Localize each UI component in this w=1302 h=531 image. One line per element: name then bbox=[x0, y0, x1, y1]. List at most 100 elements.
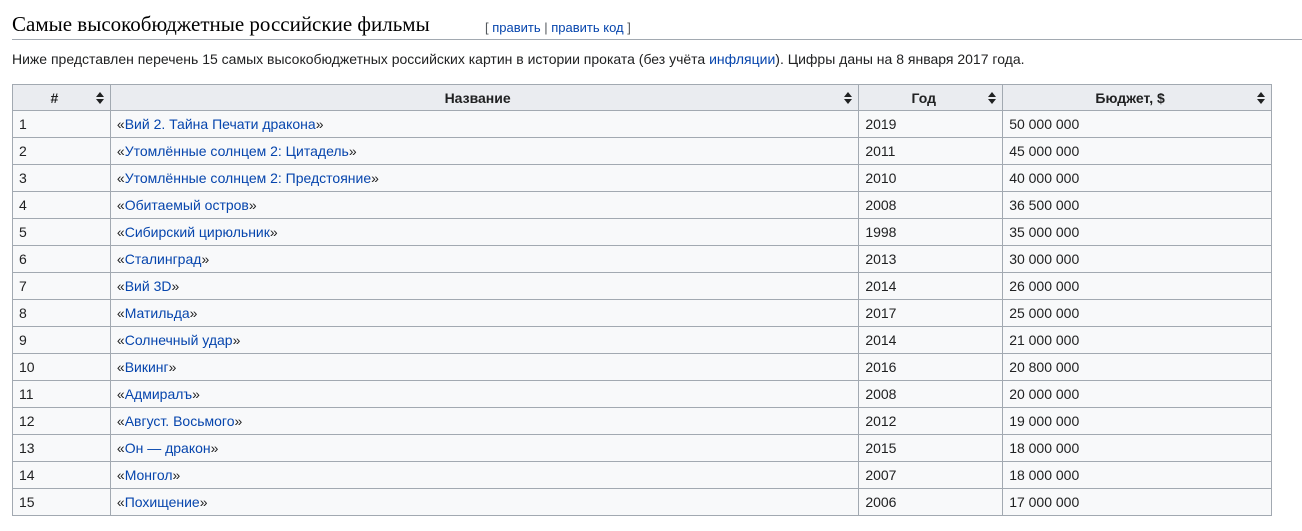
cell-title: «Похищение» bbox=[109, 488, 860, 516]
film-link[interactable]: Август. Восьмого bbox=[125, 413, 235, 429]
cell-budget: 35 000 000 bbox=[1002, 218, 1272, 246]
quote-close: » bbox=[172, 467, 181, 483]
cell-number: 3 bbox=[12, 164, 111, 192]
cell-title: «Утомлённые солнцем 2: Предстояние» bbox=[109, 164, 860, 192]
cell-title: «Август. Восьмого» bbox=[109, 407, 860, 435]
cell-year: 2016 bbox=[858, 353, 1004, 381]
cell-year: 2006 bbox=[858, 488, 1004, 516]
edit-bracket-close: ] bbox=[623, 20, 631, 35]
table-row: 3 «Утомлённые солнцем 2: Предстояние» 2010… bbox=[12, 164, 1272, 192]
cell-title: «Вий 3D» bbox=[109, 272, 860, 300]
cell-number: 8 bbox=[12, 299, 111, 327]
films-table: # Название Год Бюджет, $ 1 «Вий 2. Тайна … bbox=[12, 84, 1272, 516]
cell-number: 12 bbox=[12, 407, 111, 435]
cell-number: 6 bbox=[12, 245, 111, 273]
cell-number: 4 bbox=[12, 191, 111, 219]
table-row: 14 «Монгол» 2007 18 000 000 bbox=[12, 461, 1272, 489]
table-row: 8 «Матильда» 2017 25 000 000 bbox=[12, 299, 1272, 327]
intro-text-after: ). Цифры даны на 8 января 2017 года. bbox=[775, 51, 1025, 67]
quote-close: » bbox=[315, 116, 324, 132]
cell-year: 2012 bbox=[858, 407, 1004, 435]
cell-budget: 26 000 000 bbox=[1002, 272, 1272, 300]
cell-budget: 18 000 000 bbox=[1002, 461, 1272, 489]
film-link[interactable]: Монгол bbox=[125, 467, 173, 483]
content-area: Самые высокобюджетные российские фильмы … bbox=[12, 0, 1302, 516]
cell-year: 1998 bbox=[858, 218, 1004, 246]
quote-open: « bbox=[116, 359, 125, 375]
film-link[interactable]: Солнечный удар bbox=[125, 332, 233, 348]
quote-open: « bbox=[116, 386, 125, 402]
table-row: 11 «Адмиралъ» 2008 20 000 000 bbox=[12, 380, 1272, 408]
film-link[interactable]: Он — дракон bbox=[125, 440, 211, 456]
quote-close: » bbox=[371, 170, 379, 186]
quote-close: » bbox=[189, 305, 198, 321]
cell-title: «Солнечный удар» bbox=[109, 326, 860, 354]
column-header-year[interactable]: Год bbox=[858, 84, 1004, 111]
cell-budget: 18 000 000 bbox=[1002, 434, 1272, 462]
table-row: 7 «Вий 3D» 2014 26 000 000 bbox=[12, 272, 1272, 300]
film-link[interactable]: Сталинград bbox=[125, 251, 202, 267]
quote-open: « bbox=[116, 143, 125, 159]
cell-title: «Обитаемый остров» bbox=[109, 191, 860, 219]
quote-open: « bbox=[116, 494, 125, 510]
cell-year: 2015 bbox=[858, 434, 1004, 462]
edit-separator: | bbox=[540, 20, 552, 35]
quote-open: « bbox=[116, 278, 125, 294]
inflation-link[interactable]: инфляции bbox=[709, 51, 775, 67]
table-row: 9 «Солнечный удар» 2014 21 000 000 bbox=[12, 326, 1272, 354]
intro-text-before: Ниже представлен перечень 15 самых высок… bbox=[12, 51, 710, 67]
quote-close: » bbox=[232, 332, 241, 348]
film-link[interactable]: Утомлённые солнцем 2: Предстояние bbox=[125, 170, 371, 186]
column-header-number[interactable]: # bbox=[12, 84, 111, 111]
quote-open: « bbox=[116, 305, 125, 321]
sort-icon bbox=[844, 91, 853, 104]
cell-number: 5 bbox=[12, 218, 111, 246]
cell-year: 2008 bbox=[858, 380, 1004, 408]
cell-budget: 17 000 000 bbox=[1002, 488, 1272, 516]
cell-number: 14 bbox=[12, 461, 111, 489]
column-header-budget[interactable]: Бюджет, $ bbox=[1002, 84, 1272, 111]
cell-title: «Сибирский цирюльник» bbox=[109, 218, 860, 246]
cell-budget: 30 000 000 bbox=[1002, 245, 1272, 273]
edit-section-links: [ править | править код ] bbox=[485, 20, 631, 36]
film-link[interactable]: Сибирский цирюльник bbox=[125, 224, 270, 240]
cell-year: 2014 bbox=[858, 272, 1004, 300]
film-link[interactable]: Вий 2. Тайна Печати дракона bbox=[125, 116, 316, 132]
cell-title: «Викинг» bbox=[109, 353, 860, 381]
film-link[interactable]: Матильда bbox=[125, 305, 190, 321]
film-link[interactable]: Адмиралъ bbox=[125, 386, 192, 402]
quote-open: « bbox=[116, 440, 125, 456]
column-header-label: Бюджет, $ bbox=[1095, 89, 1165, 106]
cell-year: 2013 bbox=[858, 245, 1004, 273]
edit-link[interactable]: править bbox=[492, 20, 540, 35]
quote-open: « bbox=[116, 116, 125, 132]
quote-open: « bbox=[116, 197, 125, 213]
film-link[interactable]: Похищение bbox=[125, 494, 200, 510]
film-link[interactable]: Вий 3D bbox=[125, 278, 172, 294]
film-link[interactable]: Утомлённые солнцем 2: Цитадель bbox=[125, 143, 349, 159]
cell-title: «Монгол» bbox=[109, 461, 860, 489]
cell-budget: 40 000 000 bbox=[1002, 164, 1272, 192]
cell-title: «Сталинград» bbox=[109, 245, 860, 273]
edit-code-link[interactable]: править код bbox=[551, 20, 623, 35]
film-link[interactable]: Обитаемый остров bbox=[125, 197, 249, 213]
cell-year: 2007 bbox=[858, 461, 1004, 489]
cell-budget: 19 000 000 bbox=[1002, 407, 1272, 435]
cell-title: «Он — дракон» bbox=[109, 434, 860, 462]
cell-budget: 21 000 000 bbox=[1002, 326, 1272, 354]
cell-number: 1 bbox=[12, 110, 111, 138]
quote-open: « bbox=[116, 413, 125, 429]
cell-title: «Утомлённые солнцем 2: Цитадель» bbox=[109, 137, 860, 165]
cell-number: 15 bbox=[12, 488, 111, 516]
cell-budget: 50 000 000 bbox=[1002, 110, 1272, 138]
cell-year: 2014 bbox=[858, 326, 1004, 354]
table-header-row: # Название Год Бюджет, $ bbox=[12, 84, 1272, 111]
quote-close: » bbox=[199, 494, 208, 510]
quote-close: » bbox=[348, 143, 357, 159]
column-header-title[interactable]: Название bbox=[109, 84, 860, 111]
table-row: 2 «Утомлённые солнцем 2: Цитадель» 2011 45 … bbox=[12, 137, 1272, 165]
table-row: 5 «Сибирский цирюльник» 1998 35 000 000 bbox=[12, 218, 1272, 246]
film-link[interactable]: Викинг bbox=[125, 359, 169, 375]
section-heading: Самые высокобюджетные российские фильмы … bbox=[12, 0, 1302, 40]
quote-close: » bbox=[269, 224, 278, 240]
